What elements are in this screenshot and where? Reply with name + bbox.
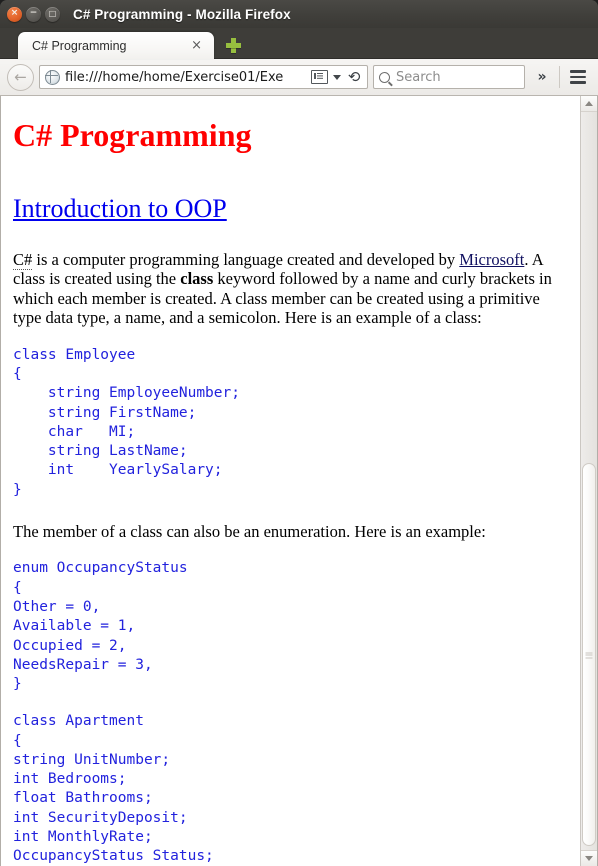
code-block-apartment-class: class Apartment { string UnitNumber; int… xyxy=(13,713,214,865)
plus-icon xyxy=(225,38,241,53)
triangle-up-icon xyxy=(585,101,593,106)
window-controls: × − □ xyxy=(7,6,60,22)
scrollbar-track[interactable] xyxy=(581,112,597,850)
toolbar-divider xyxy=(559,66,560,88)
back-arrow-icon: ← xyxy=(14,67,27,86)
toolbar-overflow-button[interactable]: » xyxy=(530,65,554,90)
hamburger-menu-icon xyxy=(570,75,586,79)
csharp-abbr: C# xyxy=(13,249,33,270)
hamburger-menu-icon xyxy=(570,81,586,84)
reload-icon[interactable]: ⟳ xyxy=(346,68,363,86)
code-block-employee-class: class Employee { string EmployeeNumber; … xyxy=(13,346,240,498)
tab-csharp-programming[interactable]: C# Programming × xyxy=(18,32,214,59)
minimize-icon: − xyxy=(29,8,38,18)
content-area: C# Programming Introduction to OOP C# is… xyxy=(0,96,598,866)
tab-close-icon[interactable]: × xyxy=(187,39,206,52)
page-title: C# Programming xyxy=(13,117,252,153)
search-input[interactable]: Search xyxy=(396,70,441,85)
hamburger-menu-button[interactable] xyxy=(565,65,591,90)
hamburger-menu-icon xyxy=(570,70,586,73)
triangle-down-icon xyxy=(585,856,593,861)
section-heading: Introduction to OOP xyxy=(13,194,568,224)
maximize-window-button[interactable]: □ xyxy=(45,6,60,22)
intro-paragraph: C# is a computer programming language cr… xyxy=(13,249,568,328)
url-bar[interactable]: file:///home/home/Exercise01/Exe ⟳ xyxy=(39,65,368,89)
enumeration-paragraph: The member of a class can also be an enu… xyxy=(13,521,486,541)
paragraph-text-a: is a computer programming language creat… xyxy=(32,249,460,269)
code-block-occupancystatus-enum: enum OccupancyStatus { Other = 0, Availa… xyxy=(13,560,188,693)
url-input[interactable]: file:///home/home/Exercise01/Exe xyxy=(65,70,306,85)
chevron-down-icon[interactable] xyxy=(333,74,342,80)
close-window-button[interactable]: × xyxy=(7,6,22,22)
close-icon: × xyxy=(10,8,19,18)
web-page: C# Programming Introduction to OOP C# is… xyxy=(1,96,580,866)
new-tab-button[interactable] xyxy=(220,32,246,59)
browser-window: × − □ C# Programming - Mozilla Firefox C… xyxy=(0,0,598,866)
title-bar: × − □ C# Programming - Mozilla Firefox xyxy=(0,0,598,28)
minimize-window-button[interactable]: − xyxy=(26,6,41,22)
globe-icon xyxy=(45,69,60,85)
scrollbar-grip-icon xyxy=(585,652,593,658)
vertical-scrollbar[interactable] xyxy=(580,96,597,866)
window-title: C# Programming - Mozilla Firefox xyxy=(73,6,291,22)
scrollbar-thumb[interactable] xyxy=(582,463,596,846)
tab-strip: C# Programming × xyxy=(0,28,598,59)
back-button[interactable]: ← xyxy=(7,63,34,91)
reader-mode-icon[interactable] xyxy=(311,70,329,84)
scroll-up-button[interactable] xyxy=(581,96,597,112)
microsoft-link[interactable]: Microsoft xyxy=(459,250,524,269)
scroll-down-button[interactable] xyxy=(581,850,597,866)
tab-label: C# Programming xyxy=(32,38,127,53)
introduction-to-oop-link[interactable]: Introduction to OOP xyxy=(13,194,227,223)
search-bar[interactable]: Search xyxy=(373,65,525,89)
maximize-icon: □ xyxy=(48,8,57,18)
navigation-toolbar: ← file:///home/home/Exercise01/Exe ⟳ Sea… xyxy=(0,59,598,96)
chevron-double-right-icon: » xyxy=(537,69,547,85)
search-icon xyxy=(379,71,390,83)
class-keyword-bold: class xyxy=(180,269,214,289)
